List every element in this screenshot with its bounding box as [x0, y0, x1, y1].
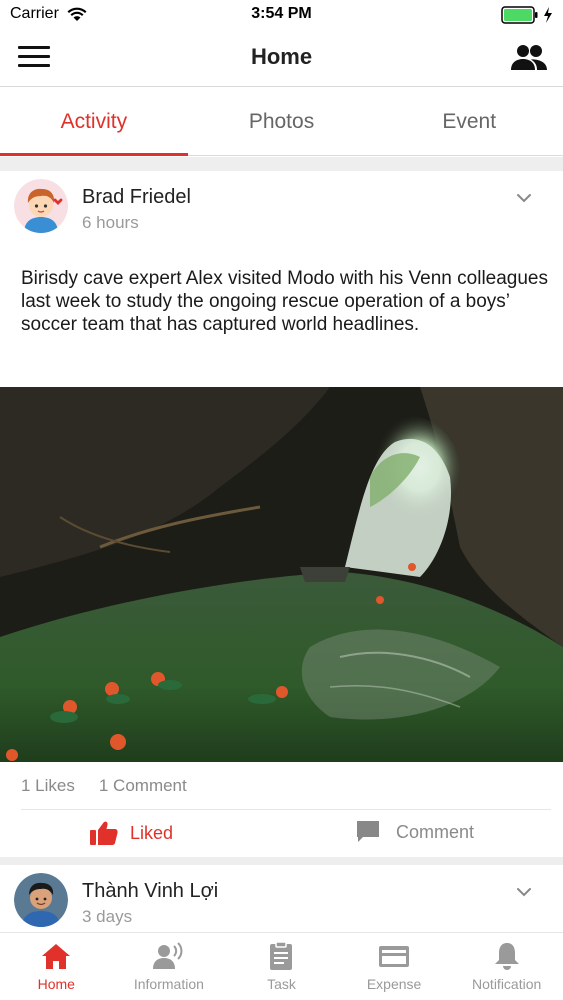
comments-count[interactable]: 1 Comment: [99, 776, 187, 796]
thumbs-up-icon: [90, 821, 118, 845]
tab-label: Information: [133, 976, 204, 992]
post-photo[interactable]: [0, 387, 563, 762]
navigation-bar: Home: [0, 30, 563, 87]
section-separator: [0, 857, 563, 865]
post-author[interactable]: Brad Friedel: [82, 186, 191, 209]
tab-information[interactable]: Information: [113, 933, 226, 1000]
credit-card-icon: [379, 946, 410, 967]
segment-tabs: Activity Photos Event: [0, 88, 563, 156]
post-body-text: Birisdy cave expert Alex visited Modo wi…: [21, 268, 548, 335]
tab-notification[interactable]: Notification: [450, 933, 563, 1000]
people-icon[interactable]: [509, 42, 549, 74]
section-separator: [0, 157, 563, 171]
post-actions: Liked Comment: [0, 811, 563, 857]
status-time: 3:54 PM: [251, 5, 312, 22]
battery-icon: [501, 6, 538, 24]
tab-label: Expense: [366, 976, 422, 992]
tab-label: Notification: [472, 976, 542, 992]
comment-label: Comment: [396, 821, 475, 842]
page-title: Home: [250, 44, 313, 69]
post-author[interactable]: Thành Vinh Lợi: [82, 880, 218, 903]
tab-home[interactable]: Home: [0, 933, 113, 1000]
tab-task[interactable]: Task: [225, 933, 338, 1000]
likes-count[interactable]: 1 Likes: [21, 776, 75, 796]
status-bar: Carrier 3:54 PM: [0, 0, 563, 30]
feed-post: Thành Vinh Lợi 3 days: [0, 865, 563, 935]
post-stats: 1 Likes 1 Comment: [21, 776, 187, 796]
tab-event[interactable]: Event: [375, 88, 563, 155]
tab-activity[interactable]: Activity: [0, 88, 188, 156]
post-header: Brad Friedel 6 hours: [0, 171, 563, 241]
chevron-down-icon[interactable]: [515, 189, 533, 207]
clipboard-icon: [270, 941, 293, 970]
comment-icon: [357, 821, 379, 842]
feed-post: Brad Friedel 6 hours Birisdy cave expert…: [0, 171, 563, 857]
bottom-tab-bar: Home Information Task Expense Notificati…: [0, 932, 563, 1000]
tab-label: Home: [37, 976, 75, 992]
tab-label: Task: [267, 976, 296, 992]
bell-icon: [494, 943, 519, 970]
speaker-person-icon: [152, 942, 183, 969]
charging-icon: [544, 7, 552, 23]
avatar[interactable]: [14, 873, 68, 927]
post-header: Thành Vinh Lợi 3 days: [0, 865, 563, 935]
like-button[interactable]: Liked: [90, 820, 173, 846]
comment-button[interactable]: Comment: [356, 820, 474, 844]
home-icon: [42, 944, 71, 969]
battery-area: [501, 6, 553, 24]
tab-expense[interactable]: Expense: [338, 933, 451, 1000]
post-timestamp: 3 days: [82, 907, 133, 926]
divider: [21, 809, 551, 810]
like-label: Liked: [130, 822, 174, 843]
tab-photos[interactable]: Photos: [188, 88, 376, 155]
post-timestamp: 6 hours: [82, 213, 139, 232]
chevron-down-icon[interactable]: [515, 883, 533, 901]
avatar[interactable]: [14, 179, 68, 233]
